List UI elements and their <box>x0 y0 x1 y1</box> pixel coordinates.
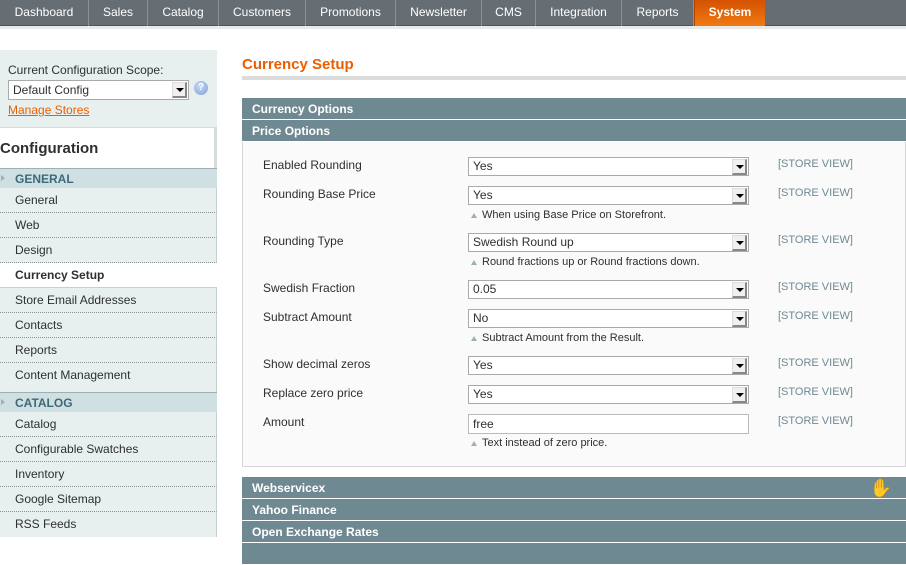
chevron-down-icon <box>732 387 747 403</box>
field-note: Subtract Amount from the Result. <box>471 332 644 344</box>
sidebar-item-contacts[interactable]: Contacts <box>0 313 217 338</box>
nav-catalog[interactable]: Catalog <box>148 0 219 26</box>
field-row-rounding-base-price: Rounding Base Price Yes When using Base … <box>243 182 905 229</box>
field-row-subtract-amount: Subtract Amount No Subtract Amount from … <box>243 305 905 352</box>
field-note: Text instead of zero price. <box>471 437 607 449</box>
field-label: Swedish Fraction <box>263 281 356 295</box>
scope-select-value: Default Config <box>13 83 90 97</box>
section-price-options[interactable]: Price Options <box>242 120 906 142</box>
nav-promotions[interactable]: Promotions <box>306 0 396 26</box>
field-row-enabled-rounding: Enabled Rounding Yes [STORE VIEW] <box>243 153 905 182</box>
nav-newsletter[interactable]: Newsletter <box>396 0 482 26</box>
section-currency-options[interactable]: Currency Options <box>242 98 906 120</box>
page-title: Currency Setup <box>242 50 906 80</box>
field-row-show-decimal-zeros: Show decimal zeros Yes [STORE VIEW] <box>243 352 905 381</box>
chevron-down-icon <box>732 282 747 298</box>
nav-system[interactable]: System <box>694 0 765 26</box>
main-content: Currency Setup Currency Options Price Op… <box>242 50 906 565</box>
scope-select[interactable]: Default Config <box>8 80 189 100</box>
sidebar-item-design[interactable]: Design <box>0 238 217 263</box>
field-note: Round fractions up or Round fractions do… <box>471 256 700 268</box>
sidebar-group-general[interactable]: GENERAL <box>0 168 217 188</box>
rounding-base-price-select[interactable]: Yes <box>468 186 749 205</box>
section-webservicex[interactable]: Webservicex ✋ <box>242 477 906 499</box>
select-value: Yes <box>473 358 493 372</box>
nav-integration[interactable]: Integration <box>536 0 622 26</box>
chevron-down-icon <box>732 235 747 251</box>
select-value: Yes <box>473 387 493 401</box>
sidebar-item-inventory[interactable]: Inventory <box>0 462 217 487</box>
nav-reports[interactable]: Reports <box>622 0 694 26</box>
scope-tag: [STORE VIEW] <box>778 310 853 322</box>
nav-dashboard[interactable]: Dashboard <box>0 0 89 26</box>
select-value: 0.05 <box>473 282 497 296</box>
chevron-down-icon <box>732 188 747 204</box>
sidebar-item-general[interactable]: General <box>0 188 217 213</box>
scope-tag: [STORE VIEW] <box>778 234 853 246</box>
swedish-fraction-select[interactable]: 0.05 <box>468 280 749 299</box>
scope-tag: [STORE VIEW] <box>778 386 853 398</box>
sidebar-item-content-management[interactable]: Content Management <box>0 363 217 392</box>
rounding-type-select[interactable]: Swedish Round up <box>468 233 749 252</box>
field-row-swedish-fraction: Swedish Fraction 0.05 [STORE VIEW] <box>243 276 905 305</box>
price-options-fieldset: Enabled Rounding Yes [STORE VIEW] Roundi… <box>242 142 906 467</box>
select-value: Yes <box>473 188 493 202</box>
sidebar-item-currency-setup[interactable]: Currency Setup <box>0 263 217 288</box>
amount-input[interactable]: free <box>468 414 749 434</box>
sidebar-item-configurable-swatches[interactable]: Configurable Swatches <box>0 437 217 462</box>
chevron-down-icon <box>732 358 747 374</box>
field-note: When using Base Price on Storefront. <box>471 209 666 221</box>
hand-cursor-icon: ✋ <box>869 478 892 498</box>
replace-zero-price-select[interactable]: Yes <box>468 385 749 404</box>
sidebar-item-rss-feeds[interactable]: RSS Feeds <box>0 512 217 537</box>
scope-tag: [STORE VIEW] <box>778 415 853 427</box>
scope-tag: [STORE VIEW] <box>778 281 853 293</box>
section-yahoo-finance[interactable]: Yahoo Finance <box>242 499 906 521</box>
field-row-amount: Amount free Text instead of zero price. … <box>243 410 905 457</box>
sidebar-group-catalog[interactable]: CATALOG <box>0 392 217 412</box>
sidebar-item-reports[interactable]: Reports <box>0 338 217 363</box>
sidebar-item-catalog[interactable]: Catalog <box>0 412 217 437</box>
select-value: No <box>473 311 489 325</box>
sidebar-item-google-sitemap[interactable]: Google Sitemap <box>0 487 217 512</box>
select-value: Yes <box>473 159 493 173</box>
top-nav: Dashboard Sales Catalog Customers Promot… <box>0 0 906 26</box>
sidebar-item-web[interactable]: Web <box>0 213 217 238</box>
scope-panel: Current Configuration Scope: Default Con… <box>0 50 217 128</box>
field-label: Rounding Base Price <box>263 187 376 201</box>
chevron-down-icon <box>732 159 747 175</box>
section-next[interactable] <box>242 543 906 565</box>
chevron-down-icon <box>732 311 747 327</box>
nav-sales[interactable]: Sales <box>89 0 148 26</box>
section-open-exchange-rates[interactable]: Open Exchange Rates <box>242 521 906 543</box>
field-label: Subtract Amount <box>263 310 352 324</box>
scope-tag: [STORE VIEW] <box>778 357 853 369</box>
scope-label: Current Configuration Scope: <box>8 63 164 77</box>
nav-divider <box>0 26 906 29</box>
field-label: Replace zero price <box>263 386 364 400</box>
nav-customers[interactable]: Customers <box>219 0 306 26</box>
select-value: Swedish Round up <box>473 235 574 249</box>
section-label: Webservicex <box>252 481 326 495</box>
enabled-rounding-select[interactable]: Yes <box>468 157 749 176</box>
sidebar: Current Configuration Scope: Default Con… <box>0 50 217 537</box>
field-row-rounding-type: Rounding Type Swedish Round up Round fra… <box>243 229 905 276</box>
show-decimal-zeros-select[interactable]: Yes <box>468 356 749 375</box>
field-row-replace-zero-price: Replace zero price Yes [STORE VIEW] <box>243 381 905 410</box>
subtract-amount-select[interactable]: No <box>468 309 749 328</box>
nav-cms[interactable]: CMS <box>482 0 536 26</box>
field-label: Enabled Rounding <box>263 158 362 172</box>
sidebar-item-store-email-addresses[interactable]: Store Email Addresses <box>0 288 217 313</box>
sidebar-title: Configuration <box>0 128 217 168</box>
help-icon[interactable]: ? <box>194 81 208 95</box>
chevron-down-icon <box>172 82 187 98</box>
scope-tag: [STORE VIEW] <box>778 187 853 199</box>
manage-stores-link[interactable]: Manage Stores <box>8 103 89 117</box>
field-label: Rounding Type <box>263 234 344 248</box>
field-label: Show decimal zeros <box>263 357 371 371</box>
scope-tag: [STORE VIEW] <box>778 158 853 170</box>
field-label: Amount <box>263 415 305 429</box>
